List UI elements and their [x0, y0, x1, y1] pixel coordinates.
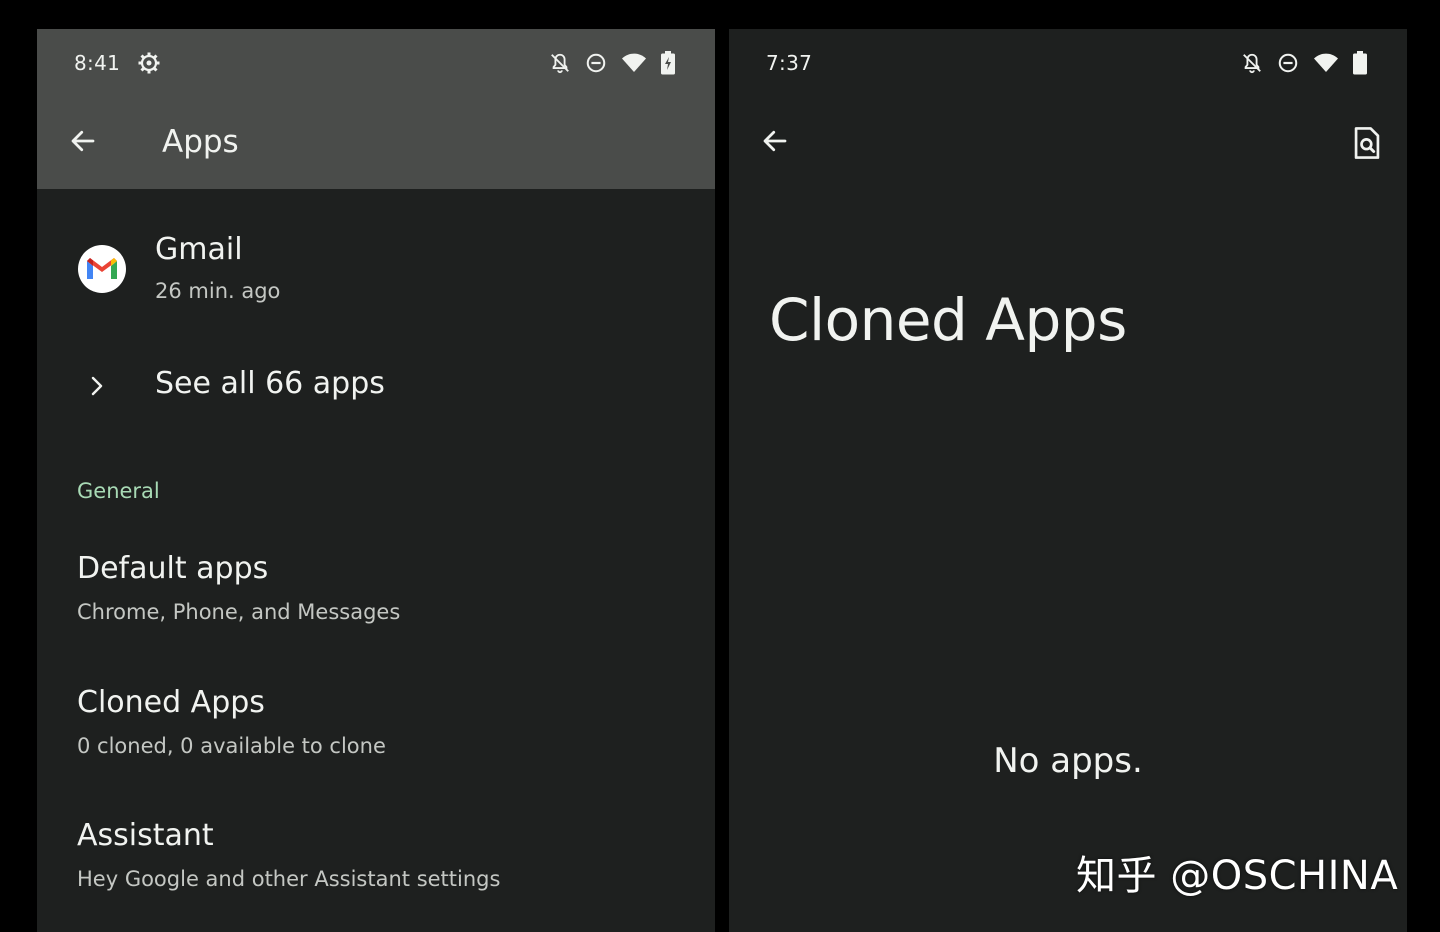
battery-charging-icon: [661, 51, 675, 75]
page-title: Cloned Apps: [769, 286, 1127, 354]
document-search-icon: [1352, 126, 1382, 164]
page-title: Apps: [162, 124, 239, 160]
arrow-back-icon: [68, 126, 98, 160]
settings-gear-icon: [137, 51, 161, 79]
status-bar: 7:37: [729, 29, 1407, 99]
status-time: 7:37: [766, 51, 813, 75]
back-button[interactable]: [751, 119, 799, 167]
status-icons: [1241, 51, 1367, 75]
settings-item-default-apps[interactable]: Default apps Chrome, Phone, and Messages: [37, 544, 715, 654]
back-button[interactable]: [59, 119, 107, 167]
apps-settings-screen: 8:41 Apps Gmail 26 min. ago See all 66 a…: [37, 29, 715, 932]
settings-item-cloned-apps[interactable]: Cloned Apps 0 cloned, 0 available to clo…: [37, 679, 715, 789]
recent-app-item[interactable]: Gmail 26 min. ago: [37, 229, 715, 339]
search-apps-button[interactable]: [1343, 121, 1391, 169]
watermark: 知乎 @OSCHINA: [1076, 853, 1399, 899]
empty-state-message: No apps.: [993, 741, 1143, 781]
app-last-used: 26 min. ago: [155, 279, 281, 303]
status-icons: [549, 51, 675, 75]
see-all-apps-label: See all 66 apps: [155, 366, 385, 401]
settings-item-subtitle: Hey Google and other Assistant settings: [77, 867, 501, 891]
do-not-disturb-icon: [1277, 52, 1299, 74]
bell-off-icon: [1241, 52, 1263, 74]
settings-item-title: Assistant: [77, 818, 214, 853]
battery-icon: [1353, 51, 1367, 75]
settings-item-assistant[interactable]: Assistant Hey Google and other Assistant…: [37, 813, 715, 923]
settings-item-title: Cloned Apps: [77, 685, 265, 720]
settings-item-subtitle: Chrome, Phone, and Messages: [77, 600, 401, 624]
arrow-back-icon: [760, 126, 790, 160]
cloned-apps-screen: 7:37 Cloned Apps No apps.: [729, 29, 1407, 932]
app-bar: 8:41 Apps: [37, 29, 715, 189]
do-not-disturb-icon: [585, 52, 607, 74]
screenshot-canvas: 8:41 Apps Gmail 26 min. ago See all 66 a…: [0, 0, 1440, 932]
gmail-logo: [78, 245, 126, 293]
status-bar: 8:41: [37, 29, 715, 99]
app-name: Gmail: [155, 232, 243, 267]
wifi-icon: [621, 52, 647, 74]
settings-item-subtitle: 0 cloned, 0 available to clone: [77, 734, 386, 758]
wifi-icon: [1313, 52, 1339, 74]
settings-item-title: Default apps: [77, 551, 269, 586]
status-time: 8:41: [74, 51, 121, 75]
see-all-apps-row[interactable]: See all 66 apps: [37, 349, 715, 429]
section-header-general: General: [77, 479, 160, 503]
chevron-right-icon: [84, 370, 108, 402]
bell-off-icon: [549, 52, 571, 74]
